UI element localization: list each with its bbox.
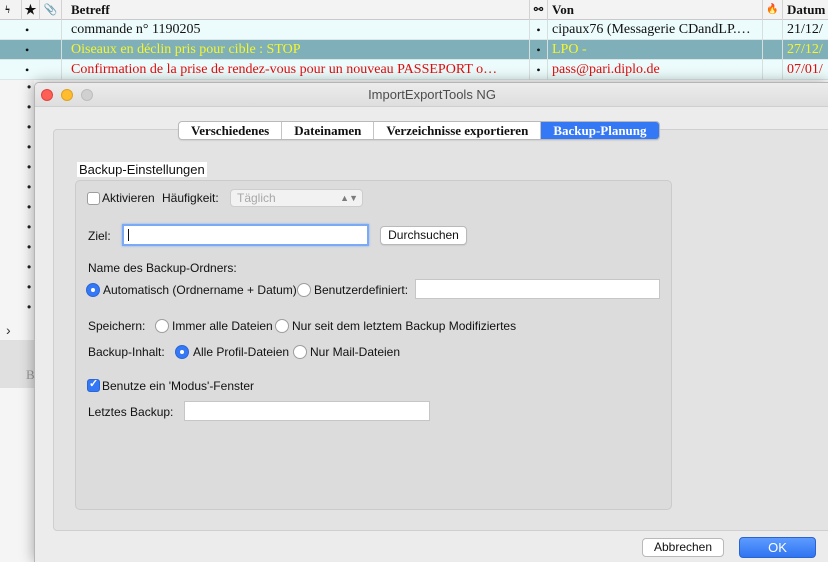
- row-dot[interactable]: •: [27, 220, 31, 234]
- tab-verschiedenes[interactable]: Verschiedenes: [179, 122, 283, 139]
- folder-auto-label[interactable]: Automatisch (Ordnername + Datum): [103, 283, 297, 297]
- junk-cell[interactable]: [762, 20, 782, 40]
- target-label: Ziel:: [88, 229, 111, 243]
- content-mail-label[interactable]: Nur Mail-Dateien: [310, 345, 400, 359]
- cancel-button[interactable]: Abbrechen: [642, 538, 724, 557]
- save-modified-label[interactable]: Nur seit dem letztem Backup Modifizierte…: [292, 319, 516, 333]
- content-all-label[interactable]: Alle Profil-Dateien: [193, 345, 289, 359]
- dialog-titlebar[interactable]: ImportExportTools NG: [35, 83, 828, 107]
- text-caret: [128, 229, 129, 241]
- content-all-radio[interactable]: [175, 345, 189, 359]
- correspondent-dot: •: [529, 20, 547, 40]
- tab-verzeichnisse-exportieren[interactable]: Verzeichnisse exportieren: [374, 122, 542, 139]
- message-row-selected[interactable]: • Oiseaux en déclin pris pour cible : ST…: [0, 40, 828, 60]
- enable-checkbox[interactable]: [87, 192, 100, 205]
- content-label: Backup-Inhalt:: [88, 345, 165, 359]
- enable-label[interactable]: Aktivieren: [102, 191, 155, 205]
- save-all-label[interactable]: Immer alle Dateien: [172, 319, 273, 333]
- message-subject: commande n° 1190205: [61, 20, 529, 40]
- row-dot[interactable]: •: [27, 160, 31, 174]
- row-dot[interactable]: •: [27, 200, 31, 214]
- star-column-icon[interactable]: ★: [21, 0, 39, 20]
- folder-auto-radio[interactable]: [86, 283, 100, 297]
- row-dot[interactable]: •: [27, 120, 31, 134]
- save-all-radio[interactable]: [155, 319, 169, 333]
- message-from: cipaux76 (Messagerie CDandLP.…: [547, 20, 762, 40]
- folder-custom-label[interactable]: Benutzerdefiniert:: [314, 283, 408, 297]
- message-from: LPO -: [547, 40, 762, 60]
- junk-cell[interactable]: [762, 60, 782, 80]
- message-date: 27/12/: [782, 40, 828, 60]
- read-status-dot[interactable]: •: [25, 40, 39, 60]
- message-row[interactable]: • commande n° 1190205 • cipaux76 (Messag…: [0, 20, 828, 40]
- junk-cell[interactable]: [762, 40, 782, 60]
- folder-custom-radio[interactable]: [297, 283, 311, 297]
- message-subject: Confirmation de la prise de rendez-vous …: [61, 60, 529, 80]
- preview-pane-strip: B: [0, 340, 35, 388]
- message-row[interactable]: • Confirmation de la prise de rendez-vou…: [0, 60, 828, 80]
- row-dot[interactable]: •: [27, 240, 31, 254]
- folder-name-label: Name des Backup-Ordners:: [88, 261, 237, 275]
- message-from: pass@pari.diplo.de: [547, 60, 762, 80]
- message-subject: Oiseaux en déclin pris pour cible : STOP: [61, 40, 529, 60]
- row-dot[interactable]: •: [27, 180, 31, 194]
- row-dot[interactable]: •: [27, 80, 31, 94]
- row-dot[interactable]: •: [27, 260, 31, 274]
- message-date: 07/01/: [782, 60, 828, 80]
- date-column-header[interactable]: Datum: [782, 0, 828, 20]
- ok-button[interactable]: OK: [739, 537, 816, 558]
- subject-column-header[interactable]: Betreff: [61, 0, 529, 20]
- row-dot[interactable]: •: [27, 100, 31, 114]
- thread-column-icon[interactable]: ϟ: [5, 0, 19, 20]
- folder-custom-input[interactable]: [415, 279, 660, 299]
- attachment-column-icon[interactable]: 📎: [39, 0, 61, 20]
- save-label: Speichern:: [88, 319, 146, 333]
- expand-arrow-icon[interactable]: ›: [6, 322, 11, 338]
- content-mail-radio[interactable]: [293, 345, 307, 359]
- row-dot[interactable]: •: [27, 280, 31, 294]
- tab-dateinamen[interactable]: Dateinamen: [282, 122, 375, 139]
- select-arrows-icon: ▲▼: [340, 193, 358, 203]
- message-list-left-strip: • • • • • • • • • • • •: [0, 80, 34, 562]
- correspondent-dot: •: [529, 40, 547, 60]
- browse-button[interactable]: Durchsuchen: [380, 226, 467, 245]
- frequency-label: Häufigkeit:: [162, 191, 219, 205]
- correspondent-column-icon[interactable]: ⚯: [529, 0, 547, 20]
- message-list-header: ϟ ★ 📎 Betreff ⚯ Von 🔥 Datum: [0, 0, 828, 20]
- frequency-value: Täglich: [237, 191, 276, 205]
- last-backup-field: [184, 401, 430, 421]
- last-backup-label: Letztes Backup:: [88, 405, 174, 419]
- read-status-dot[interactable]: •: [25, 20, 39, 40]
- junk-column-icon[interactable]: 🔥: [762, 0, 782, 20]
- modal-window-label[interactable]: Benutze ein 'Modus'-Fenster: [102, 379, 254, 393]
- tab-backup-planung[interactable]: Backup-Planung: [541, 122, 659, 139]
- correspondent-dot: •: [529, 60, 547, 80]
- dialog-title: ImportExportTools NG: [368, 87, 496, 102]
- tab-bar: Verschiedenes Dateinamen Verzeichnisse e…: [178, 121, 660, 140]
- modal-window-checkbox[interactable]: [87, 377, 100, 392]
- read-status-dot[interactable]: •: [25, 60, 39, 80]
- importexport-dialog: ImportExportTools NG Verschiedenes Datei…: [34, 82, 828, 562]
- message-date: 21/12/: [782, 20, 828, 40]
- backup-settings-title: Backup-Einstellungen: [77, 162, 207, 177]
- row-dot[interactable]: •: [27, 140, 31, 154]
- from-column-header[interactable]: Von: [547, 0, 762, 20]
- frequency-select[interactable]: Täglich ▲▼: [230, 189, 363, 207]
- row-dot[interactable]: •: [27, 300, 31, 314]
- target-input[interactable]: [122, 224, 369, 246]
- save-modified-radio[interactable]: [275, 319, 289, 333]
